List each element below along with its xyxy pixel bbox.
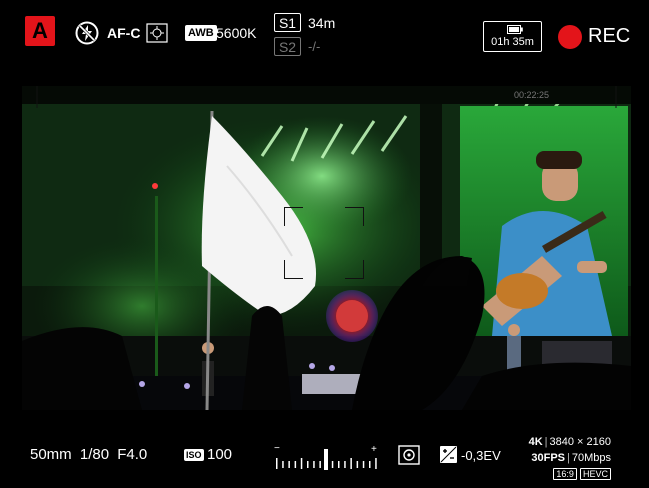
rec-indicator-icon[interactable] [558, 25, 582, 49]
bottom-status-bar: 50mm 1/80 F4.0 ISO 100 − + -0,3EV 4K | 3… [0, 410, 649, 488]
card-slot-2-remaining: -/- [308, 39, 321, 54]
af-area-icon[interactable] [146, 23, 168, 43]
bitrate-value: 70Mbps [571, 452, 611, 464]
codec-tag: HEVC [579, 468, 611, 480]
white-balance-value[interactable]: 5600K [216, 25, 256, 41]
shutter-speed[interactable]: 1/80 [80, 446, 109, 463]
meter-indicator [324, 449, 328, 470]
meter-tick [307, 461, 309, 468]
rec-label[interactable]: REC [588, 25, 630, 48]
battery-indicator: 01h 35m [483, 21, 542, 52]
meter-tick [356, 461, 359, 468]
card-slot-1-badge: S1 [274, 13, 301, 32]
exposure-compensation-icon[interactable] [440, 446, 457, 463]
meter-tick [276, 458, 278, 469]
camera-viewfinder: A AF-C AWB 5600K S1 34m S2 -/- 01h 35m R… [0, 0, 649, 488]
metering-mode-icon[interactable] [398, 445, 420, 465]
recording-format[interactable]: 4K | 3840 × 2160 30FPS | 70Mbps 16:9 HEVC [529, 434, 611, 482]
framerate-value: 30FPS [531, 452, 565, 464]
af-frame-corner [284, 207, 303, 226]
card-slot-2-badge: S2 [274, 37, 301, 56]
af-frame-corner [284, 260, 303, 279]
meter-tick [344, 461, 346, 468]
aperture[interactable]: F4.0 [117, 446, 147, 463]
resolution-value: 3840 × 2160 [549, 436, 611, 448]
af-focus-frame[interactable] [284, 207, 364, 279]
battery-time: 01h 35m [491, 36, 534, 48]
meter-minus-label: − [274, 444, 280, 454]
exposure-meter[interactable]: − + [273, 444, 379, 470]
battery-icon [507, 25, 523, 34]
iso-value[interactable]: 100 [207, 446, 232, 463]
meter-tick [362, 461, 365, 468]
meter-tick [331, 461, 334, 468]
focal-length[interactable]: 50mm [30, 446, 72, 463]
iso-badge[interactable]: ISO [184, 449, 204, 461]
meter-tick [350, 458, 352, 469]
meter-tick [369, 461, 371, 468]
meter-tick [300, 458, 303, 469]
af-frame-corner [345, 207, 364, 226]
awb-badge[interactable]: AWB [185, 25, 217, 41]
exposure-settings[interactable]: 50mm 1/80 F4.0 [30, 446, 147, 463]
meter-tick [288, 461, 290, 468]
meter-tick [282, 461, 284, 468]
meter-tick [338, 461, 340, 468]
resolution-label: 4K [528, 436, 543, 448]
meter-tick [319, 461, 321, 468]
flash-off-icon[interactable] [75, 21, 99, 45]
meter-tick [375, 458, 377, 469]
card-slot-1-remaining: 34m [308, 15, 336, 31]
top-status-bar: A AF-C AWB 5600K S1 34m S2 -/- 01h 35m R… [0, 0, 649, 84]
aspect-ratio-tag: 16:9 [553, 468, 577, 480]
af-frame-corner [345, 260, 364, 279]
af-mode-label[interactable]: AF-C [107, 25, 140, 41]
meter-tick [313, 461, 315, 468]
exposure-compensation-value[interactable]: -0,3EV [461, 448, 501, 463]
meter-tick [294, 461, 297, 468]
shooting-mode-badge[interactable]: A [25, 16, 55, 46]
svg-text:00:22:25: 00:22:25 [514, 90, 549, 100]
meter-plus-label: + [371, 444, 377, 455]
